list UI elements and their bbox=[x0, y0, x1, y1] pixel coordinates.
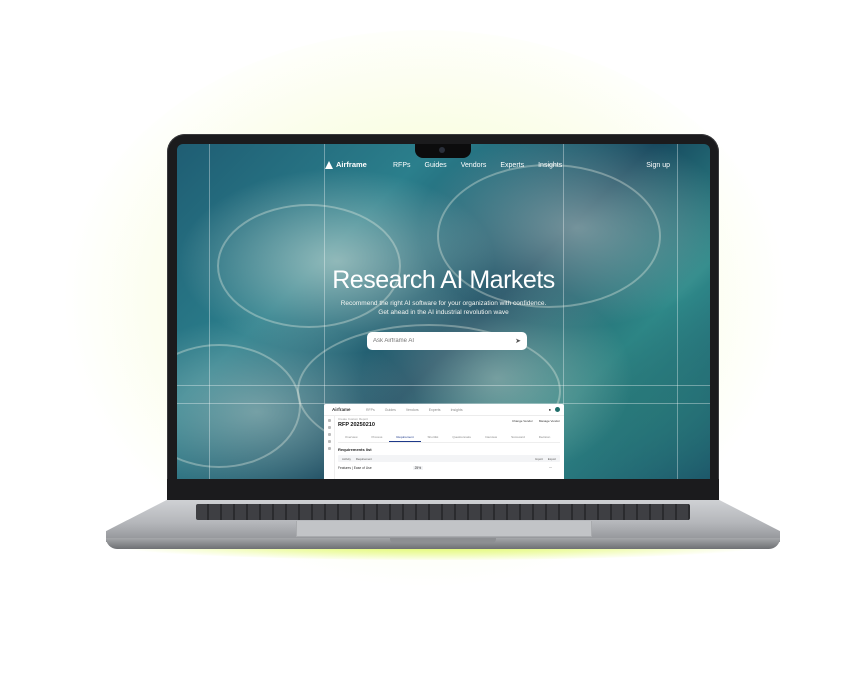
sidebar-icon[interactable] bbox=[327, 426, 331, 429]
nav-item-insights[interactable]: Insights bbox=[538, 162, 562, 169]
ask-search-box[interactable]: ➤ bbox=[367, 332, 527, 350]
hero-subtitle-line2: Get ahead in the AI industrial revolutio… bbox=[378, 309, 509, 316]
send-icon[interactable]: ➤ bbox=[515, 337, 521, 345]
hero-subtitle: Recommend the right AI software for your… bbox=[177, 299, 710, 317]
laptop-notch bbox=[390, 538, 496, 543]
avatar[interactable] bbox=[555, 407, 560, 412]
app-nav: RFPs Guides Vendors Experts Insights bbox=[366, 408, 463, 412]
hero-subtitle-line1: Recommend the right AI software for your… bbox=[340, 300, 547, 307]
grid-line bbox=[177, 385, 710, 386]
tab-interview[interactable]: Interview bbox=[478, 433, 504, 442]
camera-icon bbox=[439, 147, 445, 153]
sidebar-icon[interactable] bbox=[327, 440, 331, 443]
nav-item-guides[interactable]: Guides bbox=[425, 162, 447, 169]
tab-scorecard[interactable]: Scorecard bbox=[504, 433, 532, 442]
sidebar-icon[interactable] bbox=[327, 447, 331, 450]
manage-vendor-button[interactable]: Manage Vendor bbox=[539, 419, 560, 423]
rfp-tabs: Overview Process Requirement Shortlist Q… bbox=[338, 433, 560, 443]
app-nav-insights[interactable]: Insights bbox=[451, 408, 463, 412]
app-nav-guides[interactable]: Guides bbox=[385, 408, 396, 412]
site-brand: Airframe bbox=[336, 160, 367, 169]
app-body: Create Custom Report RFP 20250210 Change… bbox=[338, 417, 560, 470]
keyboard bbox=[196, 504, 690, 520]
requirements-toolbar: Activity Requirement Import Export bbox=[338, 455, 560, 462]
tab-process[interactable]: Process bbox=[365, 433, 390, 442]
section-title: Requirements list bbox=[338, 447, 372, 452]
screen-bottom-bezel bbox=[167, 479, 719, 500]
feature-weight: 25% bbox=[412, 466, 424, 470]
ask-search-input[interactable] bbox=[373, 338, 493, 344]
app-nav-experts[interactable]: Experts bbox=[429, 408, 441, 412]
site-logo[interactable]: Airframe bbox=[325, 160, 367, 169]
trackpad bbox=[296, 521, 592, 537]
table-row[interactable]: Features | Ease of Use 25% ⋯ bbox=[338, 466, 560, 470]
app-nav-vendors[interactable]: Vendors bbox=[406, 408, 419, 412]
signup-link[interactable]: Sign up bbox=[646, 162, 670, 169]
nav-item-vendors[interactable]: Vendors bbox=[461, 162, 487, 169]
tab-questionnaire[interactable]: Questionnaire bbox=[445, 433, 478, 442]
app-sidebar bbox=[324, 415, 335, 479]
app-brand[interactable]: Airframe bbox=[332, 407, 351, 412]
nav-item-experts[interactable]: Experts bbox=[500, 162, 524, 169]
toolbar-right: Import Export bbox=[535, 457, 556, 461]
row-menu-icon[interactable]: ⋯ bbox=[549, 466, 552, 470]
requirement-filter[interactable]: Requirement bbox=[356, 457, 372, 461]
tab-decision[interactable]: Decision bbox=[532, 433, 558, 442]
rfp-actions: Change Vendor Manage Vendor bbox=[512, 419, 560, 423]
laptop-screen: Airframe RFPs Guides Vendors Experts Ins… bbox=[177, 144, 710, 479]
nav-item-rfps[interactable]: RFPs bbox=[393, 162, 411, 169]
feature-label: Features | Ease of Use 25% bbox=[338, 466, 424, 470]
import-button[interactable]: Import bbox=[535, 457, 543, 461]
wave-decoration bbox=[177, 344, 301, 468]
sidebar-icon[interactable] bbox=[327, 433, 331, 436]
app-header-icons: ● bbox=[549, 407, 560, 412]
tab-requirement[interactable]: Requirement bbox=[389, 433, 421, 442]
nav-items: RFPs Guides Vendors Experts Insights bbox=[393, 162, 562, 169]
tab-shortlist[interactable]: Shortlist bbox=[421, 433, 446, 442]
activity-filter[interactable]: Activity bbox=[342, 457, 351, 461]
toolbar-left: Activity Requirement bbox=[342, 457, 372, 461]
hero-title: Research AI Markets bbox=[332, 266, 555, 294]
feature-name: Features | Ease of Use bbox=[338, 466, 372, 470]
app-preview: Airframe RFPs Guides Vendors Experts Ins… bbox=[324, 404, 564, 479]
airframe-logo-icon bbox=[325, 160, 333, 169]
site-nav: Airframe RFPs Guides Vendors Experts Ins… bbox=[177, 160, 710, 174]
app-nav-rfps[interactable]: RFPs bbox=[366, 408, 375, 412]
bell-icon[interactable]: ● bbox=[549, 407, 551, 412]
sidebar-icon[interactable] bbox=[327, 419, 331, 422]
app-header: Airframe RFPs Guides Vendors Experts Ins… bbox=[324, 404, 564, 416]
change-vendor-button[interactable]: Change Vendor bbox=[512, 419, 533, 423]
tab-overview[interactable]: Overview bbox=[338, 433, 365, 442]
export-button[interactable]: Export bbox=[548, 457, 556, 461]
